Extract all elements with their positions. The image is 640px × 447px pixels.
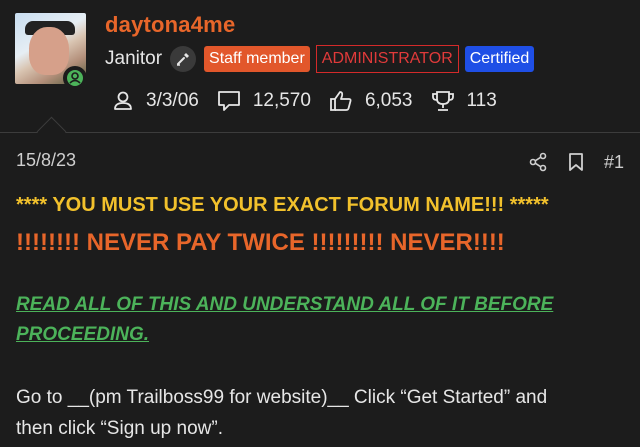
- online-status-icon: [63, 66, 87, 90]
- messages-stat: 12,570: [217, 90, 311, 112]
- mop-icon: [170, 46, 197, 72]
- post-warning-never-pay-twice: !!!!!!!! NEVER PAY TWICE !!!!!!!!! NEVER…: [16, 229, 505, 256]
- avatar-face: [29, 27, 69, 75]
- post-date[interactable]: 15/8/23: [16, 150, 76, 171]
- reactions-stat: 6,053: [329, 90, 413, 112]
- share-icon[interactable]: [528, 152, 548, 172]
- messages-count: 12,570: [252, 90, 311, 111]
- user-stats: 3/3/06 12,570 6,053 113: [112, 88, 497, 114]
- post-read-all-link-line1[interactable]: READ ALL OF THIS AND UNDERSTAND ALL OF I…: [16, 294, 553, 316]
- administrator-badge: ADMINISTRATOR: [315, 45, 459, 73]
- joined-stat: 3/3/06: [112, 90, 199, 112]
- reactions-count: 6,053: [364, 90, 413, 111]
- post-number-link[interactable]: #1: [604, 152, 624, 173]
- message-icon: [217, 91, 240, 111]
- post-warning-forum-name: **** YOU MUST USE YOUR EXACT FORUM NAME!…: [16, 194, 549, 216]
- joined-date: 3/3/06: [146, 90, 199, 111]
- post-actions: #1: [528, 150, 624, 174]
- post-instructions-line2: then click “Sign up now”.: [16, 418, 223, 439]
- staff-member-badge: Staff member: [204, 46, 310, 72]
- points-count: 113: [466, 90, 497, 111]
- bookmark-icon[interactable]: [568, 152, 584, 172]
- user-title-row: Janitor Staff member ADMINISTRATOR Certi…: [105, 44, 535, 74]
- trophy-icon: [431, 91, 454, 111]
- header-divider: [0, 132, 640, 133]
- certified-badge: Certified: [464, 46, 535, 72]
- user-title: Janitor: [105, 48, 163, 69]
- message-user-header: daytona4me Janitor Staff member ADMINIST…: [0, 0, 640, 132]
- user-icon: [114, 91, 132, 110]
- post-instructions-line1: Go to __(pm Trailboss99 for website)__ C…: [16, 387, 548, 408]
- post-read-all-link-line2[interactable]: PROCEEDING.: [16, 324, 149, 346]
- username-link[interactable]: daytona4me: [105, 12, 235, 38]
- points-stat: 113: [431, 90, 497, 112]
- thumbs-up-icon: [330, 91, 352, 111]
